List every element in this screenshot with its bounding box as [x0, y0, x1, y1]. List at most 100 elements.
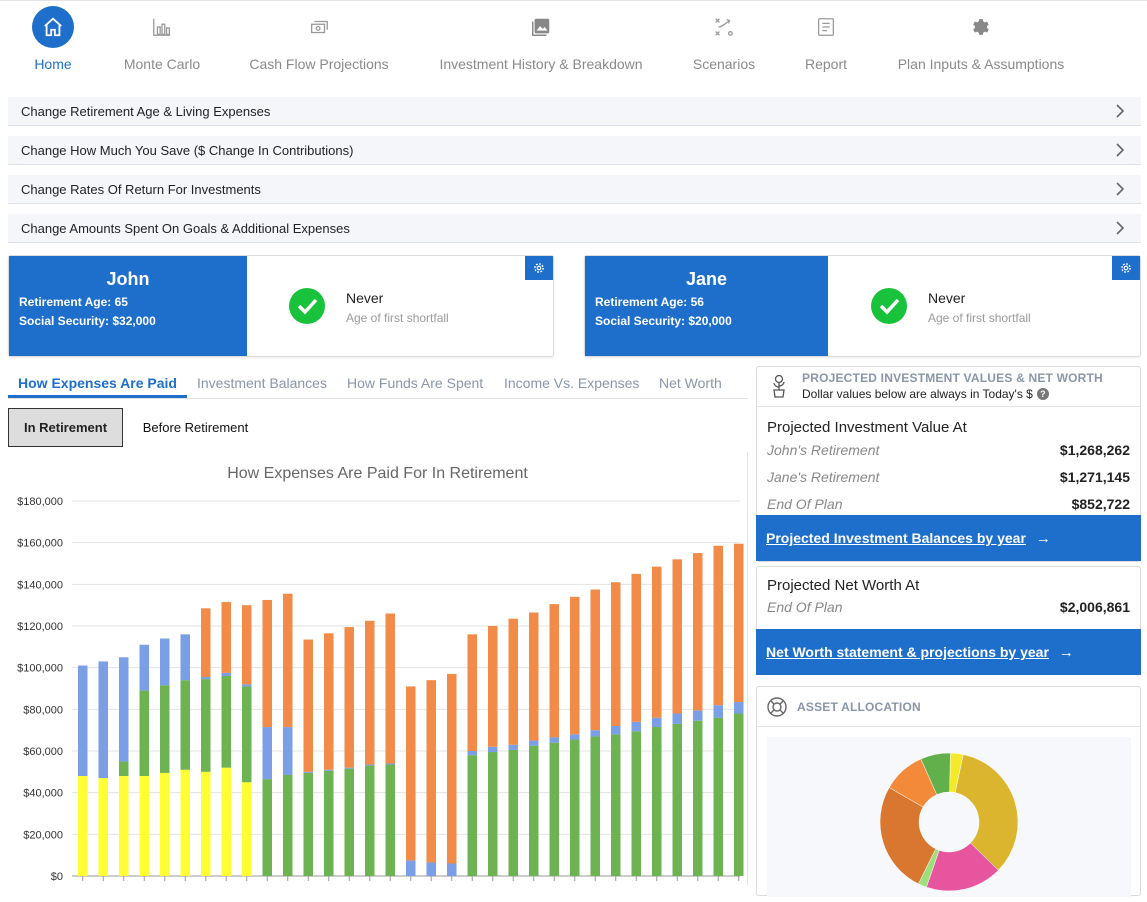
y-tick-label: $120,000: [17, 621, 63, 633]
bar-segment: [467, 634, 477, 751]
panel-header: PROJECTED INVESTMENT VALUES & NET WORTH …: [757, 367, 1140, 407]
chart-svg: $0 $20,000 $40,000 $60,000 $80,000 $100,000 $1…: [17, 496, 744, 883]
tab-investment-balances[interactable]: Investment Balances: [197, 375, 327, 391]
bar-chart-icon: [141, 6, 183, 48]
bar-segment: [180, 634, 190, 681]
bar-segment: [652, 717, 662, 728]
panel-subtitle: Dollar values below are always in Today'…: [802, 387, 1033, 401]
bar-segment: [693, 710, 703, 721]
bar-segment: [406, 686, 416, 861]
bar-segment: [734, 702, 744, 714]
person-name: John: [106, 269, 150, 289]
social-security: Social Security: $32,000: [19, 314, 156, 328]
y-tick-label: $20,000: [23, 829, 63, 841]
nav-scenarios-label: Scenarios: [692, 56, 756, 72]
bar-segment: [447, 673, 457, 864]
chevron-right-icon: [1116, 143, 1125, 157]
person-settings-button[interactable]: [525, 256, 553, 280]
bar-segment: [221, 602, 231, 673]
retirement-age: Retirement Age: 65: [19, 295, 128, 309]
bar-segment: [98, 778, 108, 876]
bar-segment: [508, 744, 518, 750]
nav-report[interactable]: Report: [798, 1, 854, 91]
nav-monte-carlo-label: Monte Carlo: [123, 56, 201, 72]
investment-heading: Projected Investment Value At: [767, 419, 967, 436]
gear-icon: [1121, 263, 1131, 273]
arrow-right-icon: →: [1035, 529, 1051, 547]
bar-segment: [201, 608, 211, 678]
tab-income-vs-expenses[interactable]: Income Vs. Expenses: [504, 375, 639, 391]
bar-segment: [570, 734, 580, 740]
home-icon: [32, 6, 74, 48]
accordion-goals-expenses[interactable]: Change Amounts Spent On Goals & Addition…: [8, 214, 1141, 243]
bar-segment: [201, 771, 211, 876]
bar-segment: [611, 582, 621, 726]
bar-segment: [201, 679, 211, 772]
networth-heading: Projected Net Worth At: [767, 577, 920, 594]
bar-segment: [693, 553, 703, 711]
nav-plan-inputs[interactable]: Plan Inputs & Assumptions: [894, 1, 1068, 91]
link-text: Projected Investment Balances by year: [766, 530, 1026, 546]
bar-segment: [365, 620, 375, 765]
in-retirement-button[interactable]: In Retirement: [8, 408, 123, 447]
help-icon[interactable]: ?: [1036, 388, 1049, 400]
bar-segment: [549, 742, 559, 876]
bar-segment: [467, 751, 477, 756]
nav-monte-carlo[interactable]: Monte Carlo: [116, 1, 208, 91]
bar-segment: [262, 779, 272, 876]
bar-segment: [590, 736, 600, 876]
bar-segment: [693, 720, 703, 876]
bar-segment: [365, 765, 375, 876]
accordion-retirement-age[interactable]: Change Retirement Age & Living Expenses: [8, 97, 1141, 126]
accordion-label: Change Amounts Spent On Goals & Addition…: [21, 220, 350, 236]
bar-segment: [734, 713, 744, 876]
bar-segment: [262, 727, 272, 780]
projected-values-panel: PROJECTED INVESTMENT VALUES & NET WORTH …: [756, 366, 1141, 562]
bar-segment: [508, 618, 518, 745]
bar-segment: [652, 566, 662, 718]
investment-balances-link[interactable]: Projected Investment Balances by year →: [756, 515, 1141, 561]
gear-icon: [960, 6, 1002, 48]
bar-segment: [78, 776, 88, 876]
bar-segment: [406, 860, 416, 876]
gear-icon: [534, 263, 544, 273]
asset-allocation-panel: ASSET ALLOCATION: [756, 686, 1141, 897]
bar-segment: [672, 713, 682, 724]
bar-segment: [426, 680, 436, 863]
nav-scenarios[interactable]: Scenarios: [688, 1, 760, 91]
accordion-savings[interactable]: Change How Much You Save ($ Change In Co…: [8, 136, 1141, 165]
bar-segment: [283, 774, 293, 876]
bar-segment: [590, 589, 600, 731]
y-tick-label: $100,000: [17, 663, 63, 675]
before-retirement-button[interactable]: Before Retirement: [128, 408, 263, 447]
tab-how-funds-are-spent[interactable]: How Funds Are Spent: [347, 375, 483, 391]
retirement-age: Retirement Age: 56: [595, 295, 704, 309]
tab-how-expenses-are-paid[interactable]: How Expenses Are Paid: [18, 375, 177, 391]
asset-allocation-header: ASSET ALLOCATION: [757, 687, 1140, 727]
bar-segment: [488, 626, 498, 747]
bar-segment: [508, 749, 518, 876]
accordion-rates-of-return[interactable]: Change Rates Of Return For Investments: [8, 175, 1141, 204]
nav-cash-flow[interactable]: Cash Flow Projections: [246, 1, 392, 91]
bar-segment: [467, 755, 477, 876]
top-navigation: Home Monte Carlo Cash Flow Projections I…: [0, 0, 1147, 90]
networth-row-value: $2,006,861: [1059, 599, 1130, 615]
person-settings-button[interactable]: [1112, 256, 1140, 280]
nav-investment-history[interactable]: Investment History & Breakdown: [436, 1, 646, 91]
bar-segment: [242, 684, 252, 687]
nav-home[interactable]: Home: [22, 1, 84, 91]
bar-segment: [303, 772, 313, 876]
panel-subtitle-row: Dollar values below are always in Today'…: [802, 387, 1049, 401]
bar-segment: [549, 737, 559, 743]
bar-segment: [529, 745, 539, 876]
bar-segment: [611, 726, 621, 735]
link-text: Net Worth statement & projections by yea…: [766, 644, 1049, 660]
bar-segment: [672, 723, 682, 876]
net-worth-link[interactable]: Net Worth statement & projections by yea…: [756, 629, 1141, 675]
nav-cash-flow-label: Cash Flow Projections: [249, 56, 389, 72]
tab-net-worth[interactable]: Net Worth: [659, 375, 722, 391]
lifebuoy-icon: [767, 697, 787, 717]
networth-row-label: End Of Plan: [767, 599, 843, 615]
investment-row-value: $852,722: [1071, 496, 1130, 512]
asset-allocation-donut: [879, 752, 1019, 892]
